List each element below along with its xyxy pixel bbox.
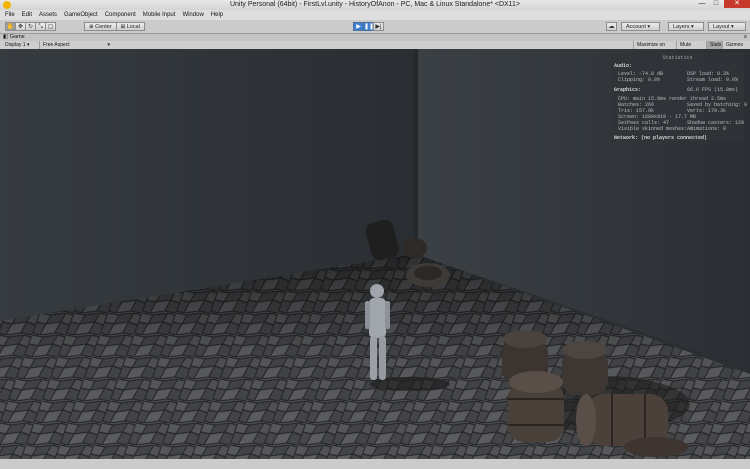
maximize-on-play-toggle[interactable]: Maximize on Play	[633, 41, 676, 56]
menu-gameobject[interactable]: GameObject	[64, 12, 98, 18]
window-titlebar: Unity Personal (64bit) - FirstLvl.unity …	[0, 0, 750, 10]
chevron-down-icon: ▾	[26, 42, 30, 48]
cloud-button[interactable]: ☁	[606, 22, 617, 31]
pivot-local-button[interactable]: ⊞ Local	[115, 22, 145, 31]
menu-edit[interactable]: Edit	[22, 12, 32, 18]
barrel	[562, 341, 608, 395]
mute-audio-toggle[interactable]: Mute audio	[676, 41, 706, 56]
stats-toggle[interactable]: Stats	[706, 41, 722, 49]
layout-label: Layout	[713, 24, 730, 30]
layout-button[interactable]: Layout ▾	[708, 22, 746, 31]
audio-clipping: Clipping: 0.0%	[618, 77, 661, 83]
play-icon: ▶	[356, 24, 361, 30]
menu-help[interactable]: Help	[211, 12, 223, 18]
playback-controls: ▶ ❚❚ ▶|	[353, 22, 384, 31]
transform-tools: ✋ ✥ ↻ ⤡ ▢	[5, 22, 56, 31]
center-label: Center	[95, 24, 112, 30]
stream-load: Stream load: 0.0%	[687, 77, 739, 83]
maximize-button[interactable]: □	[710, 0, 722, 8]
tab-game[interactable]: ◧ Game	[3, 34, 25, 41]
menu-mobile-input[interactable]: Mobile Input	[143, 12, 176, 18]
game-tab-icon: ◧	[3, 34, 10, 40]
minimize-button[interactable]: —	[696, 0, 708, 8]
layers-button[interactable]: Layers ▾	[668, 22, 704, 31]
menu-bar: File Edit Assets GameObject Component Mo…	[0, 10, 750, 20]
visible-skinned-meshes: Visible skinned meshes: 2	[618, 126, 694, 132]
cloud-icon[interactable]: ☁	[606, 22, 617, 31]
local-label: Local	[126, 24, 140, 30]
pivot-center-button[interactable]: ⊕ Center	[84, 22, 117, 31]
gizmos-label: Gizmos	[726, 42, 743, 48]
tab-bar: ◧ Game ≡	[0, 34, 750, 41]
main-toolbar: ✋ ✥ ↻ ⤡ ▢ ⊕ Center ⊞ Local ▶ ❚❚ ▶| ☁ Acc…	[0, 20, 750, 34]
account-label: Account	[626, 24, 646, 30]
window-title: Unity Personal (64bit) - FirstLvl.unity …	[229, 1, 521, 8]
status-bar	[0, 459, 750, 469]
layers-label: Layers	[673, 24, 690, 30]
chevron-down-icon: ▾	[691, 24, 694, 30]
stats-label: Stats	[710, 42, 722, 48]
audio-label: Audio:	[614, 63, 633, 69]
barrel	[508, 371, 564, 442]
display-label: Display 1	[5, 42, 26, 48]
tab-menu-icon[interactable]: ≡	[744, 34, 747, 41]
menu-file[interactable]: File	[5, 12, 15, 18]
wall-corner	[414, 49, 418, 254]
stats-header: Statistics	[662, 55, 693, 61]
menu-window[interactable]: Window	[182, 12, 203, 18]
animations-count: Animations: 0	[687, 126, 727, 132]
chevron-down-icon: ▾	[107, 42, 110, 48]
display-dropdown[interactable]: Display 1 ▾	[2, 41, 39, 49]
fps-value: 66.6 FPS (15.0ms)	[687, 87, 739, 93]
step-icon: ▶|	[375, 24, 382, 30]
menu-component[interactable]: Component	[105, 12, 136, 18]
account-button[interactable]: Account ▾	[621, 22, 660, 31]
graphics-label: Graphics:	[614, 87, 642, 93]
menu-assets[interactable]: Assets	[39, 12, 57, 18]
chevron-down-icon: ▾	[647, 24, 651, 30]
close-button[interactable]: ✕	[724, 0, 750, 8]
layers-dropdown[interactable]: Layers ▾	[668, 22, 704, 31]
rect-icon[interactable]: ▢	[45, 22, 56, 31]
account-dropdown[interactable]: Account ▾	[621, 22, 660, 31]
layout-dropdown[interactable]: Layout ▾	[708, 22, 746, 31]
gizmos-dropdown[interactable]: Gizmos	[722, 41, 750, 49]
chevron-down-icon: ▾	[731, 24, 734, 30]
statistics-panel: Statistics Audio: Level: -74.8 dB Clippi…	[611, 53, 747, 141]
network-status: Network: (no players connected)	[614, 135, 708, 141]
aspect-label: Free Aspect	[43, 42, 70, 48]
tab-game-label: Game	[9, 34, 25, 40]
pivot-toggles: ⊕ Center ⊞ Local	[84, 22, 145, 31]
aspect-dropdown[interactable]: Free Aspect ▾	[39, 41, 113, 49]
step-button[interactable]: ▶|	[373, 22, 384, 31]
